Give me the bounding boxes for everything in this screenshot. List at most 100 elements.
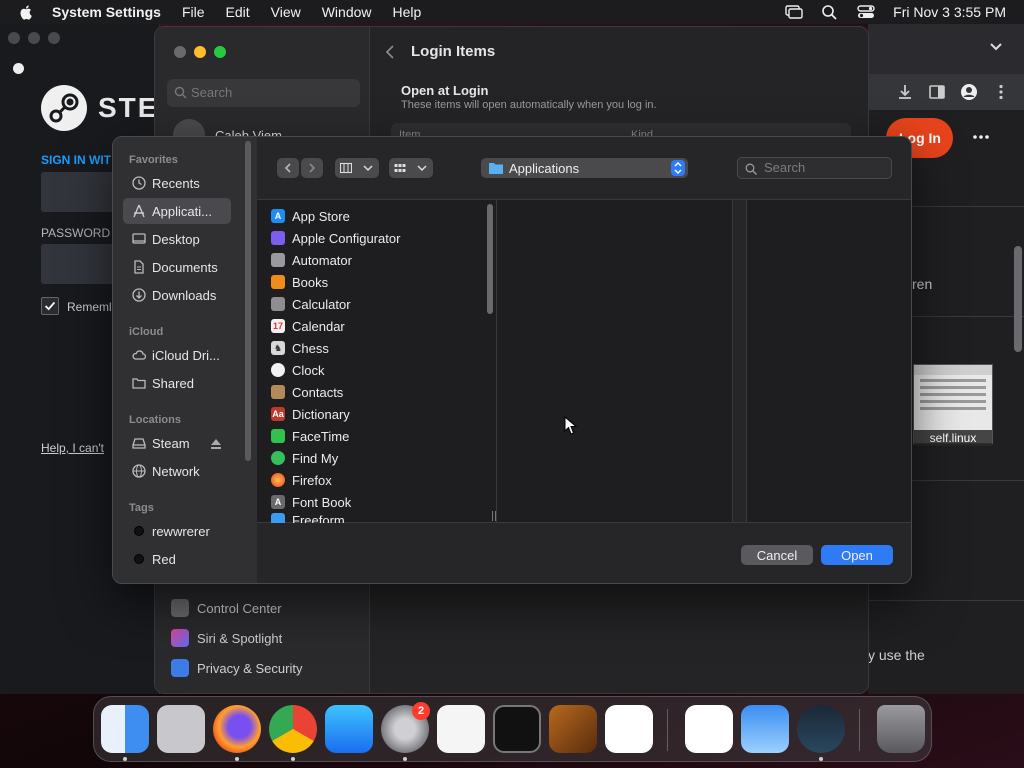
- running-indicator: [291, 757, 295, 761]
- steam-remember-checkbox[interactable]: [41, 297, 59, 315]
- list-item-calculator[interactable]: Calculator: [271, 293, 351, 315]
- freeform-icon: [271, 513, 285, 523]
- list-item-dictionary[interactable]: Aa Dictionary: [271, 403, 350, 425]
- sidebar-item-tag-red[interactable]: Red: [123, 546, 231, 572]
- menu-edit[interactable]: Edit: [226, 4, 250, 20]
- list-item-freeform[interactable]: Freeform: [271, 513, 345, 523]
- menu-help[interactable]: Help: [393, 4, 422, 20]
- textedit-icon[interactable]: [437, 705, 485, 753]
- sidebar-item-icloud-drive[interactable]: iCloud Dri...: [123, 342, 231, 368]
- chrome-icon[interactable]: [269, 705, 317, 753]
- list-item-contacts[interactable]: Contacts: [271, 381, 343, 403]
- clock-icon: [132, 176, 146, 190]
- sidebar-item-control-center[interactable]: Control Center: [171, 599, 282, 617]
- sidebar-item-desktop[interactable]: Desktop: [123, 226, 231, 252]
- browser-menu-icon[interactable]: [992, 83, 1010, 101]
- steam-help-link[interactable]: Help, I can't: [41, 441, 104, 455]
- file-column: A App Store Apple Configurator Automator …: [257, 200, 497, 523]
- list-item-books[interactable]: Books: [271, 271, 328, 293]
- sidebar-item-documents[interactable]: Documents: [123, 254, 231, 280]
- tag-dot-icon: [134, 554, 144, 564]
- list-item-font-book[interactable]: A Font Book: [271, 491, 351, 513]
- sidebar-item-recents[interactable]: Recents: [123, 170, 231, 196]
- dialog-search-input[interactable]: Search: [737, 157, 892, 179]
- group-button[interactable]: [389, 158, 433, 178]
- list-item-apple-configurator[interactable]: Apple Configurator: [271, 227, 400, 249]
- open-file-dialog: Favorites Recents Applicati... Desktop D…: [112, 136, 912, 584]
- menu-view[interactable]: View: [271, 4, 301, 20]
- updown-chevron-icon: [671, 160, 685, 176]
- sidebar-toggle-icon[interactable]: [928, 83, 946, 101]
- profile-icon[interactable]: [960, 83, 978, 101]
- screen-mirroring-icon[interactable]: [785, 4, 803, 20]
- list-item-firefox[interactable]: Firefox: [271, 469, 332, 491]
- list-item-calendar[interactable]: 17 Calendar: [271, 315, 345, 337]
- steam-icon[interactable]: [797, 705, 845, 753]
- finder-icon[interactable]: [101, 705, 149, 753]
- file-column-scrollbar[interactable]: [487, 204, 493, 314]
- steam-zoom-button[interactable]: [48, 32, 60, 44]
- file-name: Dictionary: [292, 406, 350, 422]
- sidebar-item-applications[interactable]: Applicati...: [123, 198, 231, 224]
- settings-search-input[interactable]: Search: [167, 79, 360, 107]
- control-center-icon[interactable]: [857, 4, 875, 20]
- eject-icon[interactable]: [210, 438, 222, 450]
- terminal-icon[interactable]: [493, 705, 541, 753]
- sidebar-item-network[interactable]: Network: [123, 458, 231, 484]
- app-store-icon[interactable]: [325, 705, 373, 753]
- settings-traffic-lights: [174, 46, 226, 58]
- menu-clock[interactable]: Fri Nov 3 3:55 PM: [893, 4, 1006, 20]
- open-button[interactable]: Open: [821, 545, 893, 565]
- menu-window[interactable]: Window: [322, 4, 372, 20]
- settings-zoom-button[interactable]: [214, 46, 226, 58]
- search-icon: [174, 86, 187, 99]
- search-icon: [745, 163, 757, 175]
- list-item-clock[interactable]: Clock: [271, 359, 325, 381]
- sidebar-item-shared[interactable]: Shared: [123, 370, 231, 396]
- file-name: Clock: [292, 362, 325, 378]
- firefox-icon[interactable]: [213, 705, 261, 753]
- sidebar-item-siri-spotlight[interactable]: Siri & Spotlight: [171, 629, 282, 647]
- list-item-automator[interactable]: Automator: [271, 249, 352, 271]
- view-mode-button[interactable]: [335, 158, 379, 178]
- sidebar-item-privacy-security[interactable]: Privacy & Security: [171, 659, 302, 677]
- vscode-icon[interactable]: [605, 705, 653, 753]
- garageband-icon[interactable]: [549, 705, 597, 753]
- sidebar-item-tag-rewwrerer[interactable]: rewwrerer: [123, 518, 231, 544]
- sidebar-item-label: Steam: [152, 435, 190, 451]
- steam-close-button[interactable]: [8, 32, 20, 44]
- thumbnail-label: self.linux: [914, 430, 992, 446]
- settings-close-button[interactable]: [174, 46, 186, 58]
- list-item-app-store[interactable]: A App Store: [271, 205, 350, 227]
- cancel-button[interactable]: Cancel: [741, 545, 813, 565]
- menu-file[interactable]: File: [182, 4, 205, 20]
- menu-app-name[interactable]: System Settings: [52, 4, 161, 20]
- location-popup[interactable]: Applications: [481, 158, 688, 178]
- weather-icon[interactable]: [741, 705, 789, 753]
- launchpad-icon[interactable]: [157, 705, 205, 753]
- steam-minimize-button[interactable]: [28, 32, 40, 44]
- visual-studio-icon[interactable]: [685, 705, 733, 753]
- spotlight-search-icon[interactable]: [821, 4, 839, 20]
- more-options-icon[interactable]: [972, 128, 990, 146]
- sidebar-item-downloads[interactable]: Downloads: [123, 282, 231, 308]
- trash-icon[interactable]: [877, 705, 925, 753]
- download-icon[interactable]: [896, 83, 914, 101]
- chevron-down-icon[interactable]: [990, 42, 1002, 52]
- list-item-chess[interactable]: ♞ Chess: [271, 337, 329, 359]
- back-chevron-icon[interactable]: [385, 44, 395, 60]
- steam-password-label: PASSWORD: [41, 226, 111, 240]
- list-item-find-my[interactable]: Find My: [271, 447, 338, 469]
- forward-button[interactable]: [301, 158, 323, 178]
- applications-icon: [133, 204, 145, 218]
- apple-icon[interactable]: [18, 4, 34, 20]
- dialog-sidebar-scrollbar[interactable]: [245, 141, 251, 461]
- chevron-left-icon: [284, 163, 291, 173]
- shared-folder-icon: [132, 378, 146, 389]
- back-button[interactable]: [277, 158, 299, 178]
- list-item-facetime[interactable]: FaceTime: [271, 425, 349, 447]
- browser-scrollbar[interactable]: [1014, 246, 1022, 352]
- sidebar-item-label: Recents: [152, 175, 200, 191]
- settings-minimize-button[interactable]: [194, 46, 206, 58]
- configurator-icon: [271, 231, 285, 245]
